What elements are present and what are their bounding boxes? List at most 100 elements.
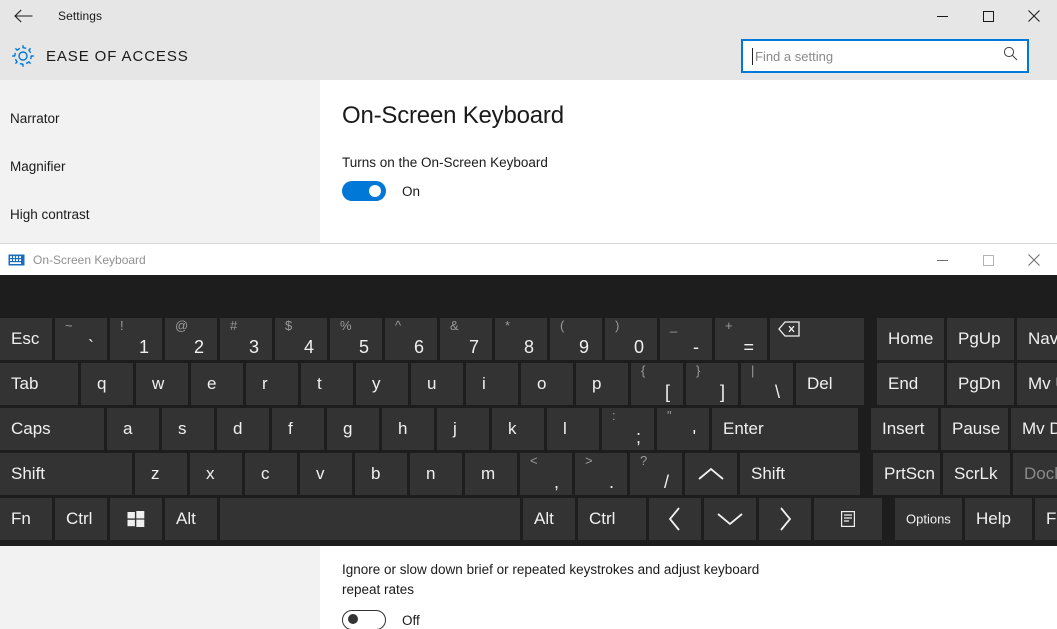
key-key-z[interactable]: z: [135, 453, 187, 495]
sidebar-item-narrator[interactable]: Narrator: [0, 94, 320, 142]
key-key-e[interactable]: e: [191, 363, 243, 405]
key-options[interactable]: Options: [895, 498, 962, 540]
key-dock[interactable]: Dock: [1013, 453, 1057, 495]
key-arrow-down[interactable]: [704, 498, 756, 540]
key-ctrl-left[interactable]: Ctrl: [55, 498, 107, 540]
key-shift-left[interactable]: Shift: [0, 453, 132, 495]
sidebar-item-magnifier[interactable]: Magnifier: [0, 142, 320, 190]
key-ctrl-right[interactable]: Ctrl: [578, 498, 646, 540]
key-backspace[interactable]: [770, 318, 864, 360]
key-mv-dn[interactable]: Mv Dn: [1011, 408, 1057, 450]
key-arrow-left[interactable]: [649, 498, 701, 540]
key-digit-6[interactable]: ^ 6: [385, 318, 437, 360]
key-equals[interactable]: + =: [715, 318, 767, 360]
key-shifted-label: @: [175, 318, 189, 333]
key-key-x[interactable]: x: [190, 453, 242, 495]
key-digit-8[interactable]: * 8: [495, 318, 547, 360]
key-key-t[interactable]: t: [301, 363, 353, 405]
key-key-o[interactable]: o: [521, 363, 573, 405]
key-alt-left[interactable]: Alt: [165, 498, 217, 540]
key-main-label: 7: [468, 337, 479, 357]
key-caps[interactable]: Caps: [0, 408, 104, 450]
key-row-3: Capsasdfghjkl:;"'Enter InsertPauseMv Dn: [0, 408, 1057, 453]
key-slash[interactable]: ? /: [630, 453, 682, 495]
key-digit-1[interactable]: ! 1: [110, 318, 162, 360]
key-digit-7[interactable]: & 7: [440, 318, 492, 360]
key-windows[interactable]: [110, 498, 162, 540]
key-pause[interactable]: Pause: [941, 408, 1008, 450]
key-digit-0[interactable]: ) 0: [605, 318, 657, 360]
key-quote[interactable]: " ': [657, 408, 709, 450]
key-esc[interactable]: Esc: [0, 318, 52, 360]
key-key-h[interactable]: h: [382, 408, 434, 450]
key-key-b[interactable]: b: [355, 453, 407, 495]
filter-keys-toggle[interactable]: [342, 610, 386, 629]
key-mv-up[interactable]: Mv Up: [1017, 363, 1057, 405]
key-scrlk[interactable]: ScrLk: [943, 453, 1010, 495]
key-key-f[interactable]: f: [272, 408, 324, 450]
key-key-q[interactable]: q: [81, 363, 133, 405]
key-arrow-up[interactable]: [685, 453, 737, 495]
search-input[interactable]: Find a setting: [741, 39, 1029, 73]
sidebar-item-high-contrast[interactable]: High contrast: [0, 190, 320, 238]
key-digit-3[interactable]: #3: [220, 318, 272, 360]
key-bracket-right[interactable]: }]: [686, 363, 738, 405]
key-del[interactable]: Del: [796, 363, 864, 405]
page-header-title: EASE OF ACCESS: [46, 47, 189, 65]
key-digit-4[interactable]: $4: [275, 318, 327, 360]
key-key-d[interactable]: d: [217, 408, 269, 450]
key-key-w[interactable]: w: [136, 363, 188, 405]
maximize-button[interactable]: [965, 0, 1011, 32]
key-key-l[interactable]: l: [547, 408, 599, 450]
key-space[interactable]: [220, 498, 520, 540]
minimize-button[interactable]: [919, 0, 965, 32]
key-key-u[interactable]: u: [411, 363, 463, 405]
key-shift-right[interactable]: Shift: [740, 453, 860, 495]
key-key-y[interactable]: y: [356, 363, 408, 405]
key-bracket-left[interactable]: {[: [631, 363, 683, 405]
key-key-g[interactable]: g: [327, 408, 379, 450]
key-fn[interactable]: Fn: [0, 498, 52, 540]
key-backtick[interactable]: ~ `: [55, 318, 107, 360]
key-key-k[interactable]: k: [492, 408, 544, 450]
osk-close-button[interactable]: [1011, 244, 1057, 276]
key-nav[interactable]: Nav: [1017, 318, 1057, 360]
key-home[interactable]: Home: [877, 318, 944, 360]
key-minus[interactable]: _ -: [660, 318, 712, 360]
key-fade[interactable]: Fade: [1035, 498, 1057, 540]
key-key-j[interactable]: j: [437, 408, 489, 450]
key-key-a[interactable]: a: [107, 408, 159, 450]
key-semicolon[interactable]: :;: [602, 408, 654, 450]
key-arrow-right[interactable]: [759, 498, 811, 540]
key-key-i[interactable]: i: [466, 363, 518, 405]
back-button[interactable]: [0, 0, 46, 32]
key-menu[interactable]: [814, 498, 882, 540]
key-insert[interactable]: Insert: [871, 408, 938, 450]
key-key-s[interactable]: s: [162, 408, 214, 450]
key-help[interactable]: Help: [965, 498, 1032, 540]
search-icon-wrapper[interactable]: [1003, 46, 1018, 66]
osk-toggle[interactable]: [342, 181, 386, 201]
key-end[interactable]: End: [877, 363, 944, 405]
key-pgdn[interactable]: PgDn: [947, 363, 1014, 405]
key-comma[interactable]: <,: [520, 453, 572, 495]
key-period[interactable]: >.: [575, 453, 627, 495]
key-key-r[interactable]: r: [246, 363, 298, 405]
osk-minimize-button[interactable]: [919, 244, 965, 276]
key-alt-right[interactable]: Alt: [523, 498, 575, 540]
key-prtscn[interactable]: PrtScn: [873, 453, 940, 495]
key-key-m[interactable]: m: [465, 453, 517, 495]
key-key-p[interactable]: p: [576, 363, 628, 405]
osk-maximize-button[interactable]: [965, 244, 1011, 276]
key-pgup[interactable]: PgUp: [947, 318, 1014, 360]
key-key-n[interactable]: n: [410, 453, 462, 495]
key-key-c[interactable]: c: [245, 453, 297, 495]
close-button[interactable]: [1011, 0, 1057, 32]
key-digit-2[interactable]: @2: [165, 318, 217, 360]
key-enter[interactable]: Enter: [712, 408, 858, 450]
key-tab[interactable]: Tab: [0, 363, 78, 405]
key-key-v[interactable]: v: [300, 453, 352, 495]
key-digit-9[interactable]: (9: [550, 318, 602, 360]
key-backslash[interactable]: | \: [741, 363, 793, 405]
key-digit-5[interactable]: % 5: [330, 318, 382, 360]
